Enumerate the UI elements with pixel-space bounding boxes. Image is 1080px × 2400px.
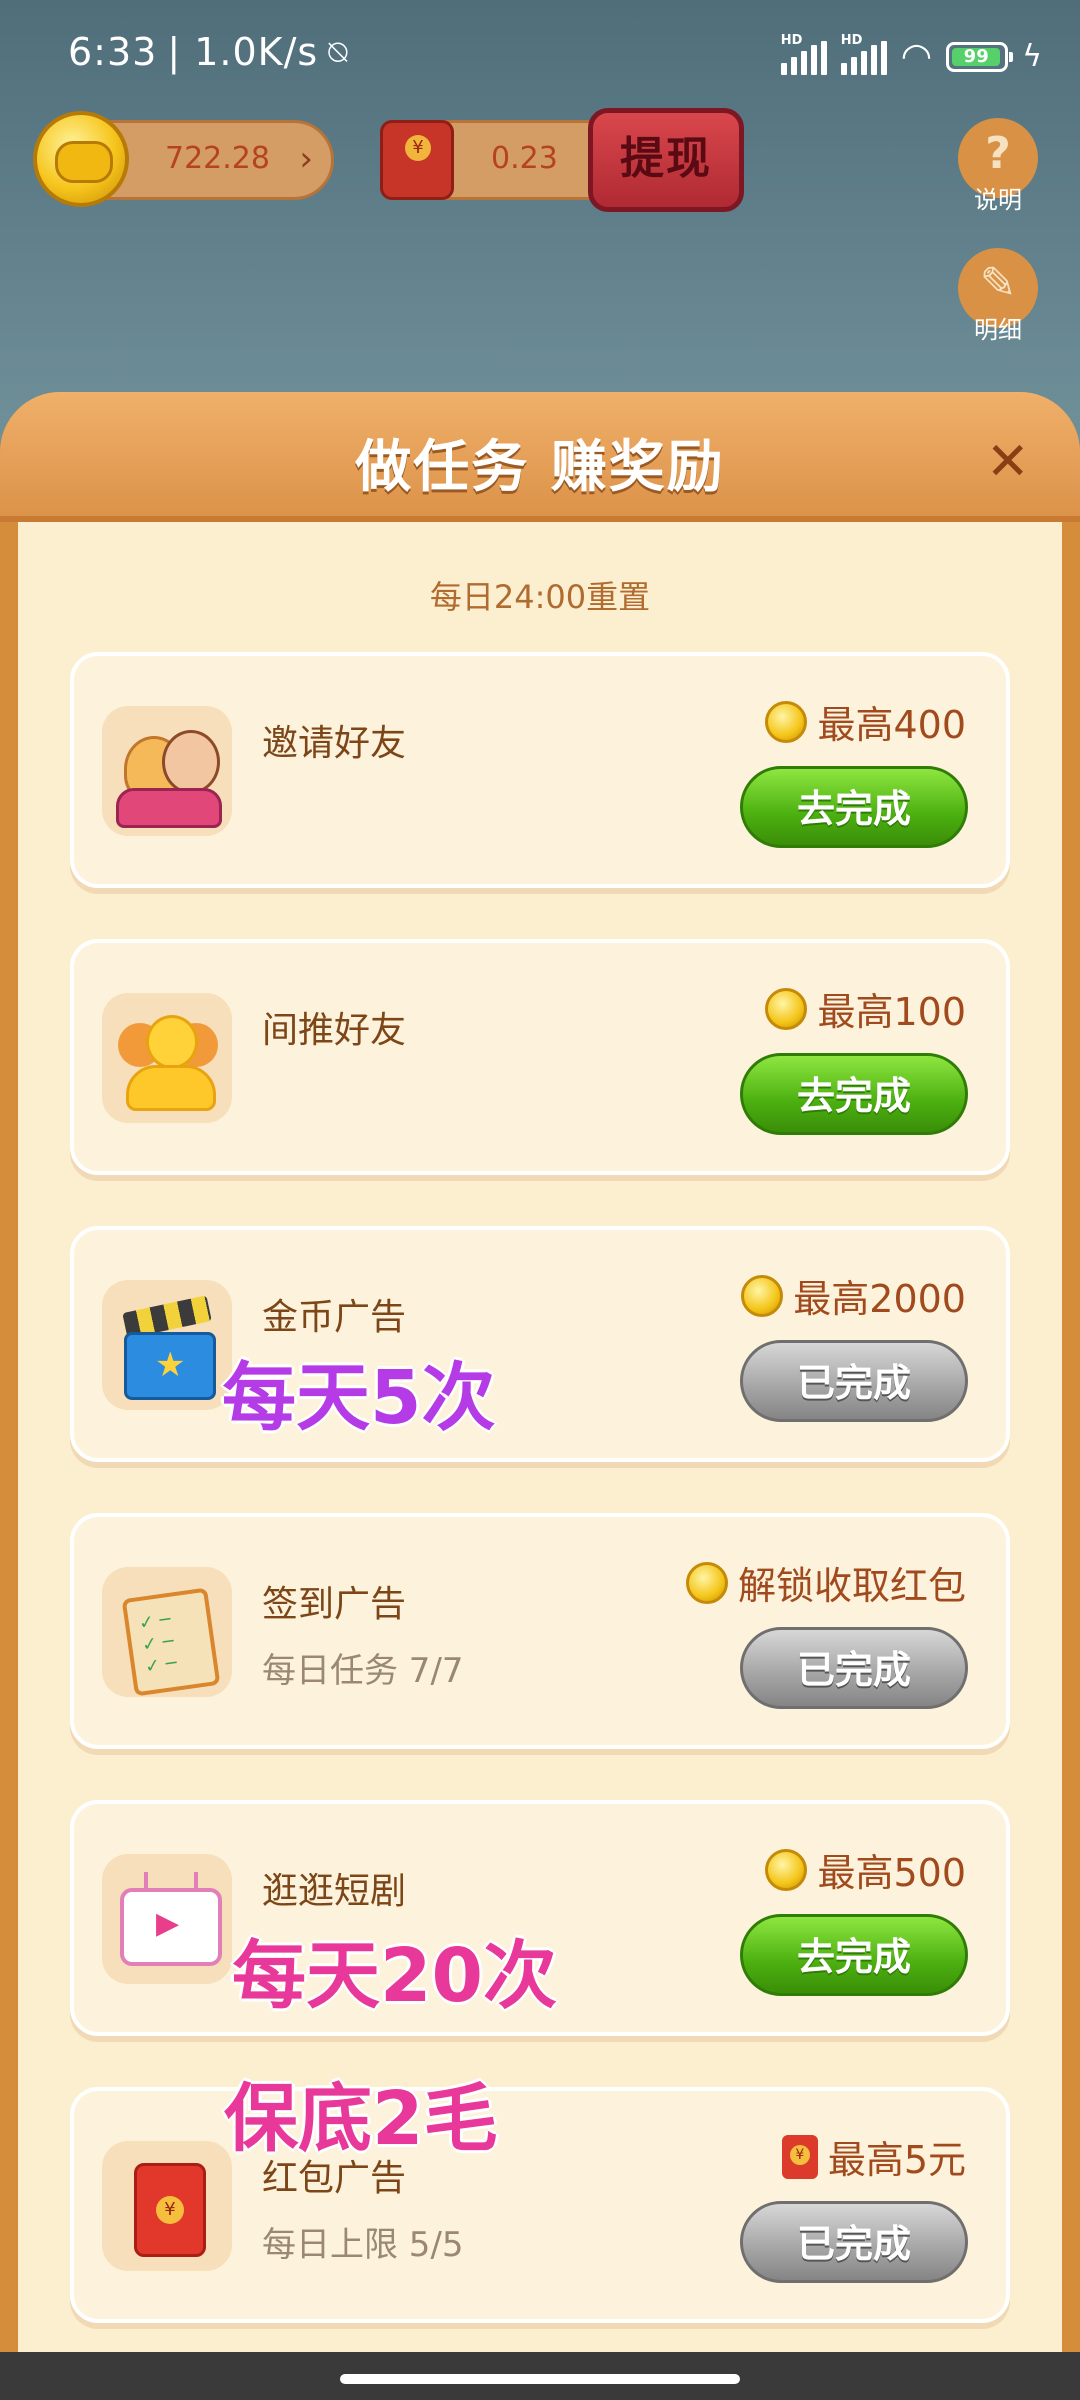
signal-icon: HD (780, 33, 827, 75)
coin-icon (765, 987, 808, 1030)
tv-play-icon (102, 1854, 232, 1984)
clapperboard-icon (102, 1280, 232, 1410)
task-name: 金币广告 (262, 1297, 407, 1338)
question-icon: ? (985, 128, 1011, 179)
status-left: 6:33 | 1.0K/s ⍉ (68, 30, 348, 74)
signal-icon-2: HD (840, 33, 887, 75)
reset-note: 每日24:00重置 (429, 578, 651, 616)
task-progress: 每日上限 5/5 (262, 2225, 464, 2265)
coin-balance-value: 722.28 (165, 141, 270, 176)
task-panel: 做任务 赚奖励 ✕ 每日24:00重置 邀请好友 最高400 去完成 间推好友 … (0, 392, 1080, 2352)
task-reward: 解锁收取红包 (685, 1555, 966, 1610)
clock: 6:33 (68, 30, 158, 74)
status-right: HD HD ◠ 99 ϟ (780, 33, 1042, 77)
task-name: 签到广告 (262, 1584, 407, 1625)
gesture-handle[interactable] (340, 2374, 740, 2384)
checklist-icon (102, 1567, 232, 1697)
details-label: 明细 (974, 316, 1022, 344)
red-packet-balance: 0.23 (380, 120, 610, 200)
coin-balance[interactable]: 722.28 › (33, 111, 334, 207)
red-envelope-icon (102, 2141, 232, 2271)
task-name: 邀请好友 (262, 723, 407, 764)
mute-alarm-icon: ⍉ (328, 32, 349, 71)
overlay-annotation: 每天20次 (232, 1933, 557, 2019)
red-envelope-icon (781, 2134, 818, 2179)
red-packet-icon (380, 120, 454, 200)
task-card-gold-ad: 金币广告 最高2000 已完成 每天5次 (70, 1226, 1010, 1462)
status-bar: 6:33 | 1.0K/s ⍉ HD HD ◠ 99 ϟ (0, 0, 1080, 118)
battery-icon: 99 (946, 41, 1014, 72)
close-icon[interactable]: ✕ (986, 432, 1030, 492)
coin-icon (33, 111, 129, 207)
go-complete-button[interactable]: 去完成 (740, 766, 968, 848)
coin-icon (685, 1561, 728, 1604)
chevron-right-icon: › (299, 139, 313, 179)
task-name: 间推好友 (262, 1010, 407, 1051)
network-speed: | 1.0K/s (167, 30, 319, 74)
task-reward: 最高500 (765, 1842, 966, 1897)
completed-button: 已完成 (740, 1627, 968, 1709)
task-reward: 最高100 (765, 981, 966, 1036)
coin-icon (765, 1848, 808, 1891)
task-card-drama: 逛逛短剧 最高500 去完成 每天20次 (70, 1800, 1010, 2036)
task-card-checkin-ad: 签到广告 每日任务 7/7 解锁收取红包 已完成 (70, 1513, 1010, 1749)
go-complete-button[interactable]: 去完成 (740, 1914, 968, 1996)
withdraw-button[interactable]: 提现 (588, 108, 744, 212)
overlay-annotation: 每天5次 (222, 1355, 496, 1441)
completed-button: 已完成 (740, 1340, 968, 1422)
go-complete-button[interactable]: 去完成 (740, 1053, 968, 1135)
task-card-invite: 邀请好友 最高400 去完成 (70, 652, 1010, 888)
task-reward: 最高2000 (741, 1268, 966, 1323)
red-packet-value: 0.23 (491, 141, 558, 176)
completed-button: 已完成 (740, 2201, 968, 2283)
panel-title: 做任务 赚奖励 (355, 435, 725, 500)
task-card-indirect: 间推好友 最高100 去完成 (70, 939, 1010, 1175)
coin-icon (765, 700, 808, 743)
task-reward: 最高5元 (781, 2129, 966, 2184)
invite-friends-icon (102, 706, 232, 836)
task-reward: 最高400 (765, 694, 966, 749)
group-people-icon (102, 993, 232, 1123)
document-icon: ✎ (979, 258, 1017, 309)
overlay-annotation: 保底2毛 (224, 2076, 498, 2162)
task-progress: 每日任务 7/7 (262, 1651, 464, 1691)
task-name: 逛逛短剧 (262, 1871, 407, 1912)
panel-body: 每日24:00重置 邀请好友 最高400 去完成 间推好友 最高100 去完成 … (18, 522, 1062, 2352)
coin-icon (741, 1274, 784, 1317)
task-card-red-packet-ad: 红包广告 每日上限 5/5 最高5元 已完成 保底2毛 (70, 2076, 1010, 2323)
charging-icon: ϟ (1022, 39, 1042, 74)
wifi-icon: ◠ (900, 36, 933, 77)
help-label: 说明 (974, 186, 1022, 214)
